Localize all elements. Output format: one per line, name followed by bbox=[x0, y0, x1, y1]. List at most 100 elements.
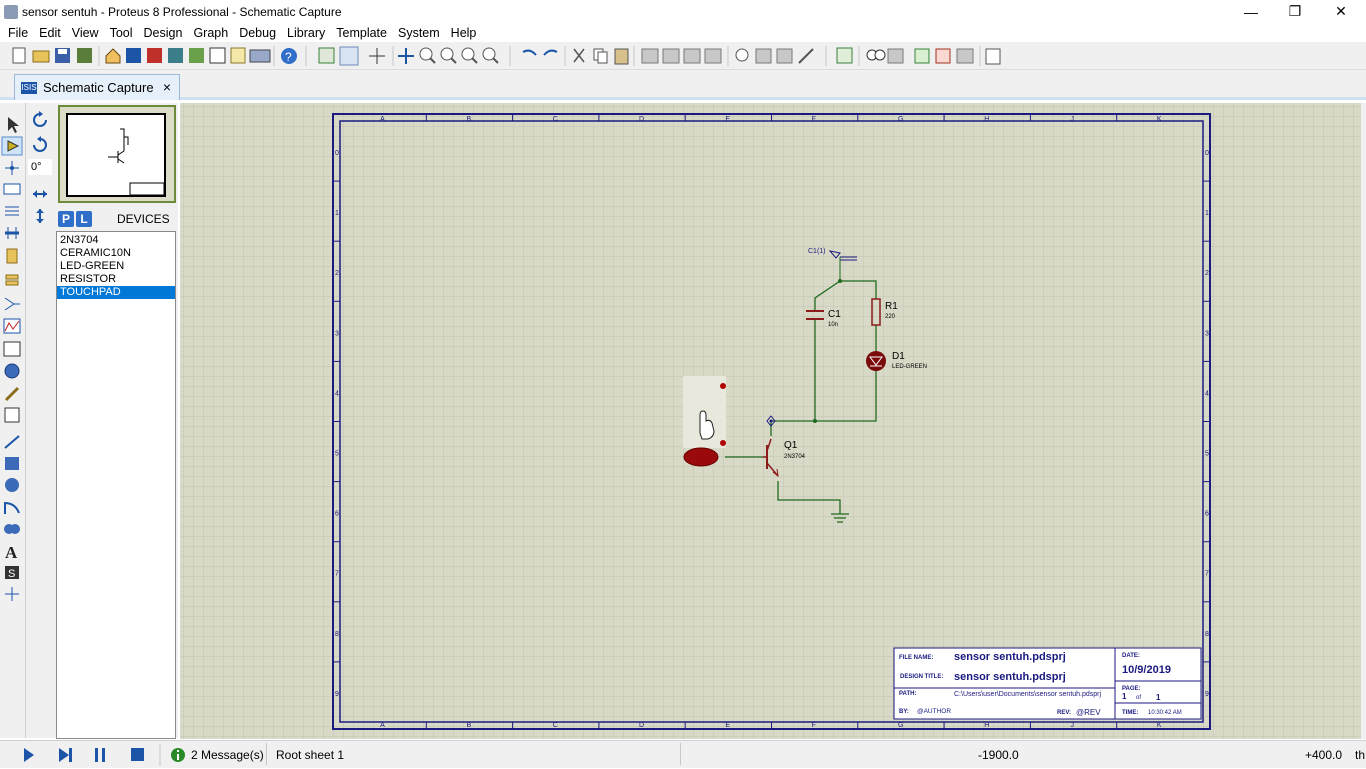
menu-library[interactable]: Library bbox=[283, 26, 332, 40]
block-move-icon[interactable] bbox=[662, 48, 680, 64]
origin-icon[interactable] bbox=[369, 48, 385, 64]
menu-tool[interactable]: Tool bbox=[106, 26, 140, 40]
block-copy-icon[interactable] bbox=[641, 48, 659, 64]
library-manager-button[interactable]: L bbox=[76, 211, 92, 227]
pause-button[interactable] bbox=[95, 748, 105, 762]
mirror-y-icon[interactable] bbox=[36, 209, 44, 223]
new-file-icon[interactable] bbox=[12, 47, 26, 64]
rotation-angle-field[interactable]: 0° bbox=[28, 159, 52, 175]
cut-icon[interactable] bbox=[573, 48, 585, 63]
pick-device-icon[interactable] bbox=[735, 48, 749, 62]
messages-status[interactable]: 2 Message(s) bbox=[191, 748, 264, 762]
home-icon[interactable] bbox=[105, 48, 121, 64]
menu-debug[interactable]: Debug bbox=[235, 26, 283, 40]
menu-view[interactable]: View bbox=[68, 26, 106, 40]
isis-icon[interactable] bbox=[126, 48, 141, 63]
mirror-x-icon[interactable] bbox=[33, 190, 47, 198]
device-item-touchpad[interactable]: TOUCHPAD bbox=[57, 286, 175, 299]
bom-icon[interactable] bbox=[209, 47, 226, 64]
copy-icon[interactable] bbox=[593, 48, 608, 64]
tab-schematic-capture[interactable]: ISIS Schematic Capture × bbox=[14, 74, 180, 100]
decompose-icon[interactable] bbox=[798, 48, 814, 64]
search-icon[interactable] bbox=[866, 49, 886, 61]
pick-devices-button[interactable]: P bbox=[58, 211, 74, 227]
packaging-tool-icon[interactable] bbox=[776, 48, 793, 64]
save-icon[interactable] bbox=[55, 48, 70, 63]
block-rotate-icon[interactable] bbox=[683, 48, 701, 64]
open-folder-icon[interactable] bbox=[32, 50, 50, 63]
subcircuit-icon[interactable] bbox=[6, 248, 18, 264]
block-delete-icon[interactable] bbox=[704, 48, 722, 64]
make-device-icon[interactable] bbox=[755, 48, 772, 64]
minimize-button[interactable]: — bbox=[1228, 0, 1274, 23]
design-explorer-icon[interactable] bbox=[985, 48, 1001, 65]
zoom-area-icon[interactable] bbox=[482, 47, 499, 64]
new-sheet-icon[interactable] bbox=[914, 48, 930, 64]
device-item-2n3704[interactable]: 2N3704 bbox=[57, 234, 175, 247]
menu-help[interactable]: Help bbox=[447, 26, 484, 40]
remove-sheet-icon[interactable] bbox=[935, 48, 951, 64]
ares-icon[interactable] bbox=[147, 48, 162, 63]
zoom-out-icon[interactable] bbox=[440, 47, 457, 64]
text-script-icon[interactable] bbox=[5, 206, 19, 216]
component-mode-icon[interactable] bbox=[1, 136, 23, 156]
redo-icon[interactable] bbox=[543, 49, 558, 56]
wire-autorouter-icon[interactable] bbox=[836, 47, 853, 64]
text-icon[interactable]: A bbox=[5, 543, 18, 562]
zoom-in-icon[interactable] bbox=[419, 47, 436, 64]
undo-icon[interactable] bbox=[522, 49, 537, 56]
stop-button[interactable] bbox=[131, 748, 144, 761]
maximize-button[interactable]: ❐ bbox=[1272, 0, 1318, 23]
paste-icon[interactable] bbox=[614, 48, 629, 65]
menu-edit[interactable]: Edit bbox=[35, 26, 68, 40]
generator-icon[interactable] bbox=[4, 363, 20, 379]
tab-close-icon[interactable]: × bbox=[163, 79, 171, 95]
symbol-icon[interactable]: S bbox=[5, 566, 19, 580]
schematic-canvas[interactable]: A A B B C C D D E E F F G G H H J J K K 0 0 1 1 2 2 3 3 4 4 5 5 6 6 7 7 8 8 9… bbox=[180, 103, 1361, 739]
exit-to-parent-icon[interactable] bbox=[956, 48, 974, 64]
zoom-all-icon[interactable] bbox=[461, 47, 478, 64]
menu-template[interactable]: Template bbox=[332, 26, 394, 40]
arc-icon[interactable] bbox=[4, 501, 20, 514]
menu-system[interactable]: System bbox=[394, 26, 447, 40]
property-assignment-icon[interactable] bbox=[887, 48, 904, 64]
device-pins-icon[interactable] bbox=[4, 297, 20, 311]
import-icon[interactable] bbox=[77, 48, 92, 63]
3d-icon[interactable] bbox=[168, 48, 183, 63]
box-icon[interactable] bbox=[5, 457, 19, 470]
canvas-scroll-edge[interactable] bbox=[1361, 103, 1366, 739]
wire-label-icon[interactable] bbox=[3, 183, 21, 195]
tape-recorder-icon[interactable] bbox=[3, 341, 21, 357]
schematic-svg[interactable]: A A B B C C D D E E F F G G H H J J K K 0 0 1 1 2 2 3 3 4 4 5 5 6 6 7 7 8 8 9… bbox=[180, 103, 1361, 739]
voltage-probe-icon[interactable] bbox=[4, 386, 20, 402]
grid-toggle-icon[interactable] bbox=[339, 46, 359, 66]
close-button[interactable]: ✕ bbox=[1318, 0, 1364, 23]
rotate-anticlockwise-icon[interactable] bbox=[33, 136, 47, 152]
device-item-ceramic10n[interactable]: CERAMIC10N bbox=[57, 247, 175, 260]
refresh-icon[interactable] bbox=[318, 47, 335, 64]
graph-icon[interactable] bbox=[3, 318, 21, 334]
buses-icon[interactable] bbox=[5, 227, 19, 239]
pan-icon[interactable] bbox=[398, 48, 414, 64]
junction-dot-icon[interactable] bbox=[5, 161, 19, 175]
overview-window[interactable] bbox=[58, 105, 176, 203]
line-icon[interactable] bbox=[4, 435, 20, 449]
notes-icon[interactable] bbox=[230, 47, 246, 64]
help-icon[interactable]: ? bbox=[281, 48, 297, 64]
virtual-instruments-icon[interactable] bbox=[4, 407, 20, 423]
step-button[interactable] bbox=[59, 748, 72, 762]
circle-icon[interactable] bbox=[5, 478, 19, 492]
menu-graph[interactable]: Graph bbox=[189, 26, 235, 40]
gerber-icon[interactable] bbox=[189, 48, 204, 63]
selection-mode-icon[interactable] bbox=[8, 117, 19, 133]
play-button[interactable] bbox=[24, 748, 34, 762]
terminals-icon[interactable] bbox=[5, 274, 19, 286]
path-icon[interactable] bbox=[4, 524, 20, 534]
rotate-clockwise-icon[interactable] bbox=[33, 111, 47, 127]
marker-icon[interactable] bbox=[5, 587, 19, 601]
device-item-resistor[interactable]: RESISTOR bbox=[57, 273, 175, 286]
menu-file[interactable]: File bbox=[4, 26, 35, 40]
menu-design[interactable]: Design bbox=[140, 26, 190, 40]
vsm-icon[interactable] bbox=[249, 49, 271, 63]
device-item-led-green[interactable]: LED-GREEN bbox=[57, 260, 175, 273]
